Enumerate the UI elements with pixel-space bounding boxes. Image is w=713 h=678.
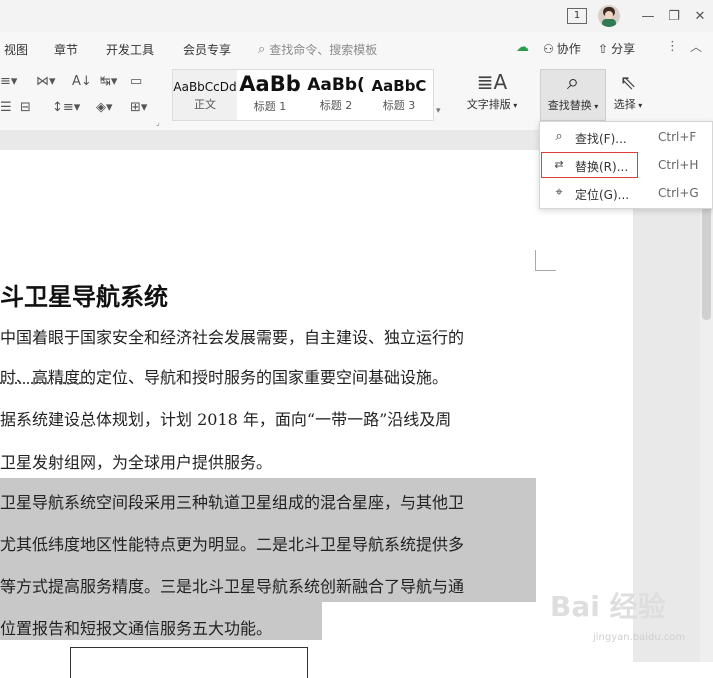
doc-line: 据系统建设总体规划，计划 2018 年，面向“一带一路”沿线及周 — [0, 410, 452, 429]
menu-item-goto[interactable]: ⌖ 定位(G)... Ctrl+G — [541, 180, 711, 206]
search-icon: ⌕ — [555, 129, 563, 144]
share-icon: ⇧ — [598, 41, 609, 56]
style-preview: AaBbC — [371, 77, 427, 95]
cloud-sync-icon[interactable]: ☁ — [516, 40, 529, 55]
collab-label: 协作 — [556, 42, 581, 56]
doc-line-selected: 位置报告和短报文通信服务五大功能。 — [0, 619, 273, 638]
watermark: Bai 经验 — [550, 590, 666, 623]
document-page[interactable]: 斗卫星导航系统 中国着眼于国家安全和经济社会发展需要，自主建设、独立运行的 时、… — [0, 150, 633, 678]
doc-line-selected: 等方式提高服务精度。三是北斗卫星导航系统创新融合了导航与通 — [0, 577, 465, 596]
style-preview: AaBbCcDd — [173, 80, 237, 94]
find-replace-dropdown: ⌕ 查找(F)... Ctrl+F ⇄ 替换(R)... Ctrl+H ⌖ 定位… — [539, 121, 713, 209]
collab-button[interactable]: ⚇ 协作 — [543, 40, 581, 57]
title-bar: 1 — ❐ ✕ — [0, 0, 713, 32]
doc-line: 中国着眼于国家安全和经济社会发展需要，自主建设、独立运行的 — [0, 328, 465, 347]
replace-icon: ⇄ — [554, 158, 564, 171]
magnifier-icon: ⌕ — [566, 70, 580, 95]
style-name: 标题 3 — [382, 99, 416, 112]
command-search-placeholder: 查找命令、搜索模板 — [269, 43, 378, 57]
menu-item-shortcut: Ctrl+H — [658, 158, 699, 172]
find-replace-button[interactable]: ⌕ 查找替换 ▾ — [540, 69, 606, 121]
watermark-url: jingyan.baidu.com — [593, 632, 686, 643]
style-normal[interactable]: AaBbCcDd 正文 — [173, 70, 237, 120]
spellcheck-underline — [0, 382, 92, 384]
style-preview: AaBb — [239, 72, 301, 96]
target-icon: ⌖ — [555, 185, 563, 200]
restore-icon[interactable]: ❐ — [664, 6, 684, 26]
style-name: 标题 2 — [319, 99, 353, 112]
share-label: 分享 — [611, 42, 636, 56]
shading-icon[interactable]: ◈▾ — [96, 100, 113, 116]
doc-line: 时、高精度的定位、导航和授时服务的国家重要空间基础设施。 — [0, 368, 449, 387]
menu-item-label: 查找(F)... — [575, 132, 627, 146]
text-layout-label: 文字排版 — [466, 98, 511, 111]
vertical-scrollbar[interactable] — [700, 130, 713, 662]
minimize-icon[interactable]: — — [638, 6, 658, 26]
multilevel-list-icon[interactable]: ⋈▾ — [36, 74, 56, 90]
doc-line-selected: 尤其低纬度地区性能特点更为明显。二是北斗卫星导航系统提供多 — [0, 535, 465, 554]
indent-icon[interactable]: ↹▾ — [100, 74, 117, 90]
select-button[interactable]: ⇖ 选择 ▾ — [608, 70, 648, 112]
line-spacing-icon[interactable]: ↕≡▾ — [52, 100, 80, 116]
style-gallery: AaBbCcDd 正文 AaBb 标题 1 AaBb( 标题 2 AaBbC 标… — [172, 69, 434, 121]
menu-item-label: 定位(G)... — [575, 188, 630, 202]
style-heading-2[interactable]: AaBb( 标题 2 — [303, 70, 369, 120]
share-button[interactable]: ⇧ 分享 — [598, 40, 635, 57]
more-icon[interactable]: ⋮ — [666, 39, 679, 54]
page-indicator[interactable]: 1 — [567, 8, 587, 24]
list-icon[interactable]: ≡▾ — [0, 74, 17, 90]
tab-chapter[interactable]: 章节 — [54, 41, 78, 58]
command-search[interactable]: ⌕ 查找命令、搜索模板 — [258, 41, 377, 58]
menu-item-shortcut: Ctrl+F — [658, 130, 697, 144]
char-border-icon[interactable]: ▭ — [130, 74, 142, 90]
doc-line-selected: 卫星导航系统空间段采用三种轨道卫星组成的混合星座，与其他卫 — [0, 493, 465, 512]
justify-icon[interactable]: ☰ — [0, 100, 12, 116]
text-layout-icon: ≣A — [476, 70, 508, 94]
cursor-arrow-icon: ⇖ — [619, 70, 637, 94]
tab-member[interactable]: 会员专享 — [183, 41, 231, 58]
margin-corner-mark — [535, 250, 556, 271]
distribute-icon[interactable]: ⊟ — [20, 100, 31, 116]
tab-view[interactable]: 视图 — [4, 41, 28, 58]
menu-item-find[interactable]: ⌕ 查找(F)... Ctrl+F — [541, 124, 711, 150]
document-heading: 斗卫星导航系统 — [0, 282, 168, 311]
collapse-ribbon-icon[interactable]: ︿ — [690, 38, 702, 55]
style-preview: AaBb( — [307, 75, 365, 95]
avatar[interactable] — [598, 5, 620, 27]
style-heading-1[interactable]: AaBb 标题 1 — [237, 70, 303, 120]
document-canvas: 斗卫星导航系统 中国着眼于国家安全和经济社会发展需要，自主建设、独立运行的 时、… — [0, 130, 713, 678]
doc-line: 卫星发射组网，为全球用户提供服务。 — [0, 453, 273, 472]
select-label: 选择 — [613, 98, 636, 111]
search-icon: ⌕ — [258, 42, 266, 57]
style-name: 正文 — [194, 98, 216, 111]
menu-item-replace[interactable]: ⇄ 替换(R)... Ctrl+H — [541, 152, 711, 178]
sort-icon[interactable]: A↓ — [72, 74, 92, 90]
menu-tabs-bar: 视图 章节 开发工具 会员专享 ⌕ 查找命令、搜索模板 ☁ ⚇ 协作 ⇧ 分享 … — [0, 32, 713, 66]
style-gallery-expand-icon[interactable]: ▾ — [436, 106, 441, 116]
text-layout-button[interactable]: ≣A 文字排版 ▾ — [462, 70, 522, 112]
borders-icon[interactable]: ⊞▾ — [130, 100, 147, 116]
tab-developer[interactable]: 开发工具 — [106, 41, 154, 58]
table-fragment — [70, 647, 308, 678]
style-heading-3[interactable]: AaBbC 标题 3 — [369, 70, 429, 120]
find-replace-label: 查找替换 — [547, 99, 592, 112]
style-name: 标题 1 — [253, 100, 287, 113]
paragraph-dialog-icon[interactable]: ⌟ — [156, 118, 160, 127]
person-icon: ⚇ — [543, 41, 554, 56]
close-icon[interactable]: ✕ — [690, 6, 710, 26]
menu-item-shortcut: Ctrl+G — [658, 186, 699, 200]
menu-item-label: 替换(R)... — [575, 160, 629, 174]
